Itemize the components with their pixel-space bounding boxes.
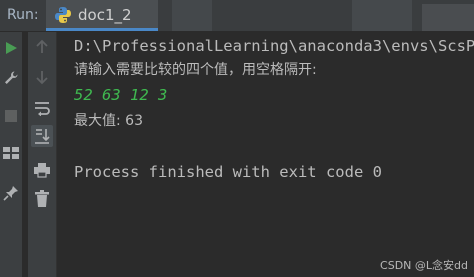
user-input-line: 52 63 12 3 (74, 86, 168, 104)
run-icon[interactable] (4, 41, 18, 55)
background-image-strip (162, 0, 474, 31)
result-line: 最大值: 63 (74, 113, 143, 129)
python-icon (55, 7, 71, 23)
tab-title: doc1_2 (78, 6, 132, 24)
console-toolbar (28, 32, 57, 277)
run-tool-window-header: Run: doc1_2 × (0, 0, 474, 32)
layout-icon[interactable] (2, 145, 20, 161)
wrench-icon[interactable] (3, 70, 19, 86)
run-tab-doc1-2[interactable]: doc1_2 × (46, 0, 191, 31)
arrow-down-icon[interactable] (34, 69, 50, 85)
scroll-to-end-icon[interactable] (31, 125, 53, 147)
watermark: CSDN @L念安dd (380, 259, 468, 272)
pin-icon[interactable] (2, 184, 20, 202)
run-label: Run: (7, 7, 39, 23)
arrow-up-icon[interactable] (34, 39, 50, 55)
soft-wrap-icon[interactable] (33, 100, 51, 116)
stop-icon[interactable] (4, 109, 18, 123)
left-toolbar (0, 32, 23, 277)
print-icon[interactable] (33, 162, 51, 178)
exit-message: Process finished with exit code 0 (74, 163, 382, 181)
input-prompt: 请输入需要比较的四个值，用空格隔开: (74, 62, 317, 78)
console-output[interactable]: D:\ProfessionalLearning\anaconda3\envs\S… (60, 32, 474, 277)
command-line: D:\ProfessionalLearning\anaconda3\envs\S… (74, 37, 474, 55)
trash-icon[interactable] (34, 190, 50, 208)
